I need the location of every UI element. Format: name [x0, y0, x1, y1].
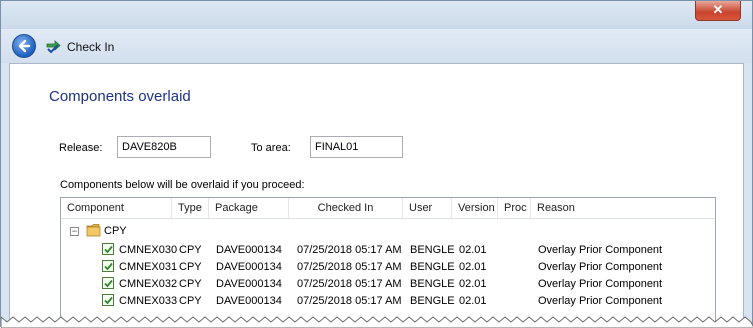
folder-icon — [86, 224, 101, 237]
cell-component: CMNEX031 — [119, 261, 178, 273]
column-header-package[interactable]: Package — [208, 198, 288, 218]
cell-package: DAVE000134 — [216, 261, 282, 273]
column-header-component[interactable]: Component — [61, 198, 171, 218]
cell-type: CPY — [179, 295, 202, 307]
row-checkbox[interactable] — [102, 243, 114, 255]
cell-user: BENGLE — [410, 295, 455, 307]
cell-version: 02.01 — [459, 261, 487, 273]
column-header-checked-in[interactable]: Checked In — [288, 198, 402, 218]
row-checkbox[interactable] — [102, 260, 114, 272]
row-checkbox[interactable] — [102, 277, 114, 289]
components-grid[interactable]: Component Type Package Checked In User V… — [60, 197, 716, 328]
check-in-label: Check In — [67, 40, 115, 54]
cell-package: DAVE000134 — [216, 244, 282, 256]
cell-reason: Overlay Prior Component — [538, 295, 663, 307]
check-in-icon — [46, 40, 61, 54]
column-header-proc[interactable]: Proc — [497, 198, 530, 218]
wizard-window: ✕ Check In Components overlaid Release: … — [0, 0, 753, 328]
command-bar: Check In — [1, 29, 752, 63]
cell-type: CPY — [179, 244, 202, 256]
cell-reason: Overlay Prior Component — [538, 244, 663, 256]
cell-package: DAVE000134 — [216, 295, 282, 307]
to-area-input[interactable] — [310, 136, 403, 158]
cell-checked-in: 07/25/2018 05:17 AM — [297, 261, 402, 273]
cell-version: 02.01 — [459, 278, 487, 290]
checkmark-icon — [104, 296, 113, 305]
collapse-toggle[interactable]: − — [70, 227, 79, 236]
cell-version: 02.01 — [459, 295, 487, 307]
cell-reason: Overlay Prior Component — [538, 278, 663, 290]
checkmark-icon — [104, 262, 113, 271]
cell-checked-in: 07/25/2018 05:17 AM — [297, 244, 402, 256]
table-row[interactable]: CMNEX031 CPY DAVE000134 07/25/2018 05:17 AM… — [61, 259, 715, 276]
title-bar: ✕ — [1, 1, 752, 29]
column-header-version[interactable]: Version — [451, 198, 497, 218]
cell-component: CMNEX030 — [119, 244, 178, 256]
cell-user: BENGLE — [410, 278, 455, 290]
row-checkbox[interactable] — [102, 294, 114, 306]
content-panel: Components overlaid Release: To area: Co… — [9, 63, 744, 328]
cell-checked-in: 07/25/2018 05:17 AM — [297, 278, 402, 290]
column-header-reason[interactable]: Reason — [530, 198, 715, 218]
page-title: Components overlaid — [49, 88, 191, 105]
cell-version: 02.01 — [459, 244, 487, 256]
cell-component: CMNEX033 — [119, 295, 178, 307]
cell-type: CPY — [179, 278, 202, 290]
back-button[interactable] — [12, 34, 36, 58]
cell-checked-in: 07/25/2018 05:17 AM — [297, 295, 402, 307]
table-row[interactable]: CMNEX033 CPY DAVE000134 07/25/2018 05:17 AM… — [61, 293, 715, 310]
cell-user: BENGLE — [410, 244, 455, 256]
column-header-type[interactable]: Type — [171, 198, 208, 218]
torn-edge — [1, 316, 753, 328]
cell-user: BENGLE — [410, 261, 455, 273]
cell-package: DAVE000134 — [216, 278, 282, 290]
checkmark-icon — [104, 245, 113, 254]
release-input[interactable] — [117, 136, 211, 158]
checkmark-icon — [104, 279, 113, 288]
overlay-description: Components below will be overlaid if you… — [60, 179, 305, 191]
column-header-user[interactable]: User — [402, 198, 451, 218]
close-button[interactable]: ✕ — [695, 1, 741, 21]
group-label: CPY — [104, 225, 127, 237]
back-arrow-icon — [18, 39, 31, 53]
cell-component: CMNEX032 — [119, 278, 178, 290]
table-row[interactable]: CMNEX030 CPY DAVE000134 07/25/2018 05:17 AM… — [61, 242, 715, 259]
grid-header: Component Type Package Checked In User V… — [61, 198, 715, 219]
release-label: Release: — [59, 142, 103, 154]
cell-type: CPY — [179, 261, 202, 273]
to-area-label: To area: — [251, 142, 291, 154]
cell-reason: Overlay Prior Component — [538, 261, 663, 273]
table-row[interactable]: CMNEX032 CPY DAVE000134 07/25/2018 05:17 AM… — [61, 276, 715, 293]
